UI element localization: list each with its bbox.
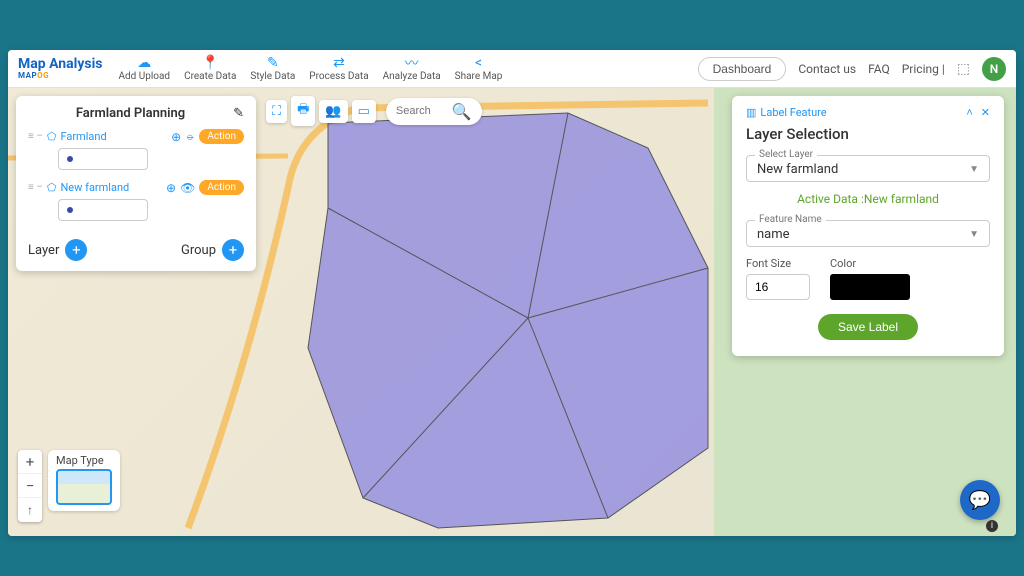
font-size-input[interactable]: [746, 274, 810, 300]
avatar[interactable]: N: [982, 57, 1006, 81]
layer-row-farmland[interactable]: ≡ – ⬠ Farmland ⊕ ⦵ Action: [28, 129, 244, 144]
chevron-down-icon: ▼: [969, 229, 979, 240]
logo-subtitle: MAPOG: [18, 71, 102, 80]
dashboard-button[interactable]: Dashboard: [698, 57, 787, 81]
chat-fab[interactable]: 💬: [960, 480, 1000, 520]
action-chip[interactable]: Action: [199, 180, 244, 195]
header-right: Dashboard Contact us FAQ Pricing | ⬚ N: [698, 57, 1006, 81]
drag-handle-icon[interactable]: ≡ –: [28, 182, 43, 193]
layer-row-new-farmland[interactable]: ≡ – ⬠ New farmland ⊕ 👁 Action: [28, 180, 244, 195]
process-icon: ⇄: [333, 55, 345, 71]
save-label-button[interactable]: Save Label: [818, 314, 918, 340]
map-toolbar: ⛶ 🖶 👥 ▭ 🔍: [266, 96, 482, 126]
map-canvas[interactable]: ⛶ 🖶 👥 ▭ 🔍 Farmland Planning ✎ ≡ – ⬠ Farm…: [8, 88, 1016, 536]
plus-icon: +: [65, 239, 87, 261]
visibility-on-icon[interactable]: 👁: [180, 181, 195, 195]
contact-link[interactable]: Contact us: [798, 62, 856, 76]
nav-add-upload[interactable]: ☁ Add Upload: [112, 53, 176, 84]
zoom-controls: + − ↑: [18, 450, 42, 522]
nav-create-data[interactable]: 📍 Create Data: [178, 53, 242, 84]
nav-share-map[interactable]: < Share Map: [449, 53, 509, 84]
polygon-icon: ⬠: [47, 130, 57, 143]
font-size-label: Font Size: [746, 257, 810, 270]
visibility-off-icon[interactable]: ⦵: [185, 129, 195, 144]
basemap-thumb[interactable]: [56, 469, 112, 505]
search-input[interactable]: [396, 105, 446, 117]
map-type-label: Map Type: [56, 454, 112, 467]
select-layer-dropdown[interactable]: Select Layer New farmland ▼: [746, 155, 990, 182]
style-icon: ✎: [267, 55, 279, 71]
edit-title-icon[interactable]: ✎: [233, 106, 244, 121]
map-type-selector[interactable]: Map Type: [48, 450, 120, 511]
polygon-icon: ⬠: [47, 181, 57, 194]
style-preview[interactable]: [58, 148, 148, 170]
nav-style-data[interactable]: ✎ Style Data: [244, 53, 301, 84]
print-tool[interactable]: 🖶: [291, 96, 315, 126]
plus-icon: +: [222, 239, 244, 261]
pricing-link[interactable]: Pricing |: [902, 62, 945, 76]
north-arrow-button[interactable]: ↑: [18, 498, 42, 522]
zoom-to-icon[interactable]: ⊕: [166, 181, 176, 195]
faq-link[interactable]: FAQ: [868, 62, 890, 76]
action-chip[interactable]: Action: [199, 129, 244, 144]
feature-name-dropdown[interactable]: Feature Name name ▼: [746, 220, 990, 247]
style-preview[interactable]: [58, 199, 148, 221]
fullscreen-tool[interactable]: ⛶: [266, 100, 287, 123]
nav-analyze-data[interactable]: 〰 Analyze Data: [377, 53, 447, 84]
header: Map Analysis MAPOG ☁ Add Upload 📍 Create…: [8, 50, 1016, 88]
chevron-down-icon: ▼: [969, 164, 979, 175]
add-layer-button[interactable]: Layer +: [28, 239, 87, 261]
search-icon: 🔍: [452, 102, 472, 121]
share-tool[interactable]: 👥: [319, 100, 347, 123]
apps-icon[interactable]: ⬚: [957, 61, 970, 77]
pin-icon: 📍: [202, 55, 219, 71]
nav-items: ☁ Add Upload 📍 Create Data ✎ Style Data …: [112, 53, 508, 84]
layers-panel: Farmland Planning ✎ ≡ – ⬠ Farmland ⊕ ⦵ A…: [16, 96, 256, 271]
color-label: Color: [830, 257, 910, 270]
measure-tool[interactable]: ▭: [352, 100, 376, 123]
collapse-icon[interactable]: ˄: [966, 106, 972, 119]
color-picker[interactable]: [830, 274, 910, 300]
zoom-to-icon[interactable]: ⊕: [171, 130, 181, 144]
add-group-button[interactable]: Group +: [181, 239, 244, 261]
drag-handle-icon[interactable]: ≡ –: [28, 131, 43, 142]
style-dot-icon: [67, 156, 73, 162]
nav-process-data[interactable]: ⇄ Process Data: [303, 53, 374, 84]
logo[interactable]: Map Analysis MAPOG: [18, 57, 102, 80]
analyze-icon: 〰: [405, 55, 419, 71]
active-data-label: Active Data :New farmland: [746, 192, 990, 206]
zoom-out-button[interactable]: −: [18, 474, 42, 498]
close-icon[interactable]: ✕: [981, 106, 990, 119]
upload-icon: ☁: [137, 55, 151, 71]
search-box[interactable]: 🔍: [386, 98, 482, 125]
info-icon[interactable]: i: [986, 520, 998, 532]
layers-panel-title: Farmland Planning: [76, 106, 185, 121]
layer-selection-title: Layer Selection: [746, 125, 990, 143]
zoom-in-button[interactable]: +: [18, 450, 42, 474]
style-dot-icon: [67, 207, 73, 213]
share-icon: <: [475, 55, 482, 71]
histogram-icon: ▥: [746, 106, 756, 119]
label-feature-panel: ▥ Label Feature ˄ ✕ Layer Selection Sele…: [732, 96, 1004, 356]
logo-title: Map Analysis: [18, 57, 102, 71]
label-feature-tab[interactable]: Label Feature: [760, 106, 826, 119]
